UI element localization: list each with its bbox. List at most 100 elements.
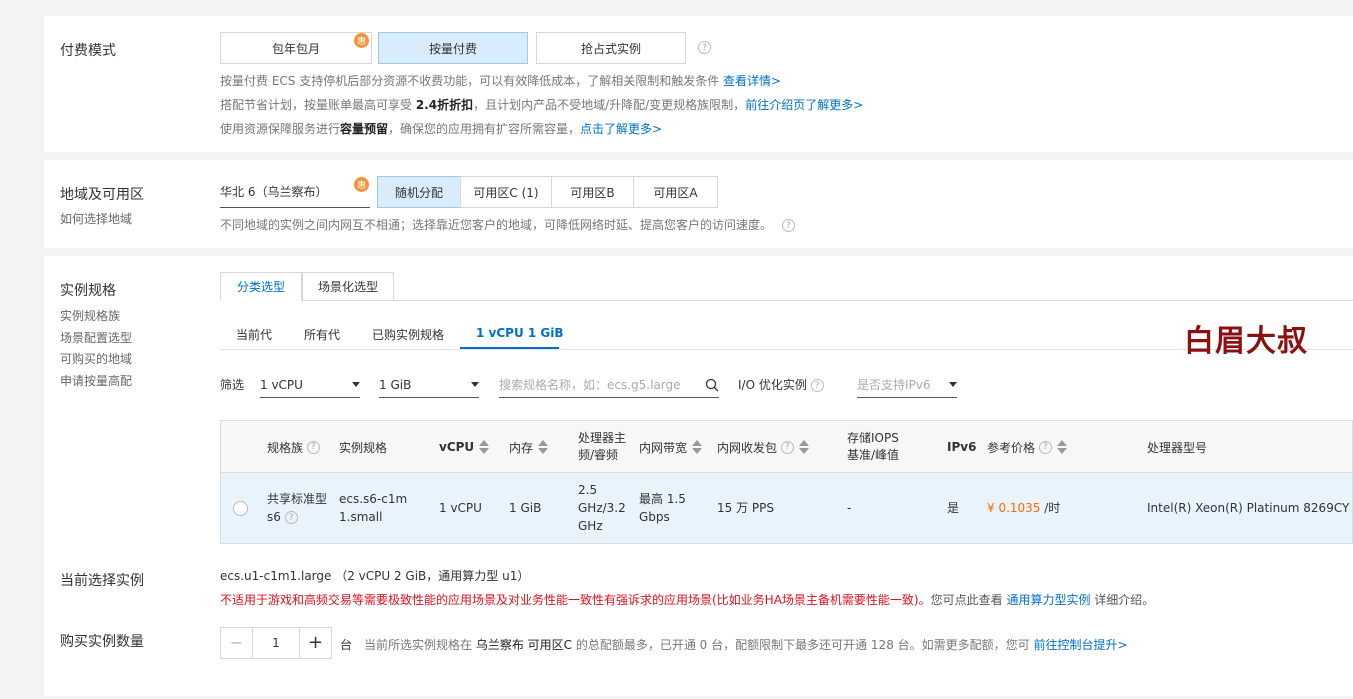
region-help-link[interactable]: 如何选择地域 bbox=[60, 210, 132, 227]
mem-filter-select[interactable]: 1 GiB bbox=[379, 372, 479, 398]
col-bandwidth[interactable]: 内网带宽 bbox=[639, 421, 703, 473]
row-ipv6: 是 bbox=[947, 501, 960, 515]
region-note: 不同地域的实例之间内网互不相通；选择靠近您客户的地域，可降低网络时延、提高您客户… bbox=[220, 216, 795, 233]
col-ipv6: IPv6 bbox=[947, 440, 977, 454]
io-label: I/O 优化实例 ? bbox=[738, 376, 824, 393]
row-pps: 15 万 PPS bbox=[717, 501, 774, 515]
col-price-label: 参考价格 bbox=[987, 440, 1036, 455]
col-bandwidth-label: 内网带宽 bbox=[639, 440, 688, 455]
ipv6-filter-select[interactable]: 是否支持IPv6 bbox=[857, 372, 957, 398]
zone-a-button[interactable]: 可用区A bbox=[633, 176, 718, 208]
help-icon[interactable]: ? bbox=[810, 379, 824, 392]
current-label: 当前选择实例 bbox=[60, 573, 144, 589]
watermark-logo: 白眉大叔 bbox=[1184, 324, 1308, 359]
col-freq: 处理器主频/睿频 bbox=[578, 431, 627, 462]
spec-link-apply[interactable]: 申请按量高配 bbox=[60, 372, 132, 389]
col-vcpu-label: vCPU bbox=[439, 440, 475, 454]
quantity-note-pre: 当前所选实例规格在 bbox=[364, 638, 476, 652]
help-icon[interactable]: ? bbox=[781, 219, 795, 232]
spec-panel: 实例规格 实例规格族 场景配置选型 可购买的地域 申请按量高配 分类选型 场景化… bbox=[44, 256, 1353, 696]
chevron-down-icon bbox=[949, 382, 957, 387]
billing-note-2-mid: ，且计划内产品不受地域/升降配/变更规格族限制， bbox=[473, 98, 746, 112]
subtab-1c1g[interactable]: 1 vCPU 1 GiB bbox=[476, 326, 564, 340]
help-icon[interactable]: ? bbox=[1038, 440, 1052, 454]
col-family-label: 规格族 bbox=[267, 440, 304, 455]
subtab-active-indicator bbox=[460, 347, 559, 349]
subtab-all-gen[interactable]: 所有代 bbox=[304, 326, 340, 343]
view-details-link[interactable]: 查看详情> bbox=[723, 74, 781, 88]
spec-link-family[interactable]: 实例规格族 bbox=[60, 307, 120, 324]
billing-note-2: 搭配节省计划，按量账单最高可享受 2.4折折扣，且计划内产品不受地域/升降配/变… bbox=[220, 96, 863, 113]
spec-link-regions[interactable]: 可购买的地域 bbox=[60, 350, 132, 367]
minus-icon[interactable]: − bbox=[221, 628, 253, 658]
help-icon[interactable]: ? bbox=[698, 41, 711, 54]
col-price[interactable]: 参考价格 ? bbox=[987, 421, 1067, 473]
col-pps-label: 内网收发包 bbox=[717, 440, 778, 455]
quantity-zone: 乌兰察布 可用区C bbox=[475, 638, 573, 652]
billing-note-2-pre: 搭配节省计划，按量账单最高可享受 bbox=[220, 98, 416, 112]
plus-icon[interactable]: + bbox=[299, 628, 331, 658]
row-price-unit: /时 bbox=[1040, 501, 1061, 515]
billing-note-3-mid: ，确保您的应用拥有扩容所需容量， bbox=[388, 122, 581, 136]
billing-spot-button[interactable]: 抢占式实例 bbox=[536, 32, 686, 64]
quantity-note-mid: 的总配额最多，已开通 0 台，配额限制下最多还可开通 128 台。如需更多配额，… bbox=[572, 638, 1034, 652]
filter-label: 筛选 bbox=[220, 378, 245, 392]
row-freq: 2.5 GHz/3.2 GHz bbox=[578, 483, 626, 533]
sort-icon[interactable] bbox=[798, 440, 809, 454]
general-compute-link[interactable]: 通用算力型实例 bbox=[1006, 593, 1090, 607]
col-pps[interactable]: 内网收发包 ? bbox=[717, 421, 809, 473]
row-iops: - bbox=[847, 501, 852, 515]
sort-icon[interactable] bbox=[479, 440, 490, 454]
subtab-current-gen[interactable]: 当前代 bbox=[236, 326, 272, 343]
mem-filter-value: 1 GiB bbox=[379, 377, 412, 392]
capacity-link[interactable]: 点击了解更多> bbox=[580, 122, 662, 136]
region-select[interactable]: 华北 6（乌兰察布） bbox=[220, 176, 370, 208]
col-vcpu[interactable]: vCPU bbox=[439, 421, 490, 473]
quota-console-link[interactable]: 前往控制台提升> bbox=[1033, 638, 1127, 652]
billing-label: 付费模式 bbox=[60, 43, 116, 59]
row-bandwidth: 最高 1.5 Gbps bbox=[639, 492, 686, 524]
col-iops: 存储IOPS 基准/峰值 bbox=[847, 431, 900, 462]
cpu-filter-select[interactable]: 1 vCPU bbox=[260, 372, 360, 398]
ipv6-placeholder: 是否支持IPv6 bbox=[857, 378, 931, 392]
zone-random-button[interactable]: 随机分配 bbox=[377, 176, 461, 208]
billing-payg-button[interactable]: 按量付费 bbox=[378, 32, 528, 64]
col-mem[interactable]: 内存 bbox=[509, 421, 549, 473]
col-spec: 实例规格 bbox=[339, 440, 388, 455]
zone-b-button[interactable]: 可用区B bbox=[551, 176, 634, 208]
sort-icon[interactable] bbox=[692, 440, 703, 454]
spec-link-scenario[interactable]: 场景配置选型 bbox=[60, 329, 132, 346]
row-price: ¥ 0.1035 /时 bbox=[987, 499, 1060, 517]
row-radio[interactable] bbox=[233, 501, 248, 516]
search-placeholder: 搜索规格名称，如：ecs.g5.large bbox=[499, 378, 681, 392]
tab-category[interactable]: 分类选型 bbox=[220, 272, 302, 301]
current-warning: 不适用于游戏和高频交易等需要极致性能的应用场景及对业务性能一致性有强诉求的应用场… bbox=[220, 591, 1154, 608]
help-icon[interactable]: ? bbox=[306, 440, 320, 454]
row-family: 共享标准型 s6 ? bbox=[267, 490, 333, 526]
spec-label: 实例规格 bbox=[60, 283, 116, 299]
quantity-input[interactable]: 1 bbox=[253, 636, 299, 650]
spec-search-input[interactable]: 搜索规格名称，如：ecs.g5.large bbox=[499, 372, 719, 398]
spec-table: 规格族 ? 实例规格 vCPU 内存 处理器主频/睿频 内网带宽 内网收发包 ?… bbox=[220, 420, 1353, 544]
capacity-text: 容量预留 bbox=[340, 122, 389, 136]
table-row[interactable]: 共享标准型 s6 ? ecs.s6-c1m1.small 1 vCPU 1 Gi… bbox=[221, 473, 1352, 543]
sort-icon[interactable] bbox=[538, 440, 549, 454]
help-icon[interactable]: ? bbox=[284, 511, 298, 524]
savings-plan-link[interactable]: 前往介绍页了解更多> bbox=[745, 98, 863, 112]
tab-scenario[interactable]: 场景化选型 bbox=[302, 272, 394, 301]
subtab-purchased[interactable]: 已购实例规格 bbox=[372, 326, 444, 343]
region-note-text: 不同地域的实例之间内网互不相通；选择靠近您客户的地域，可降低网络时延、提高您客户… bbox=[220, 218, 773, 232]
warning-text: 不适用于游戏和高频交易等需要极致性能的应用场景及对业务性能一致性有强诉求的应用场… bbox=[220, 593, 931, 607]
quantity-unit: 台 bbox=[340, 638, 353, 652]
sort-icon[interactable] bbox=[1056, 440, 1067, 454]
billing-subscription-button[interactable]: 包年包月 bbox=[220, 32, 372, 64]
search-icon[interactable] bbox=[705, 378, 719, 392]
zone-c-button[interactable]: 可用区C (1) bbox=[460, 176, 552, 208]
discount-badge: 惠 bbox=[354, 33, 369, 48]
help-icon[interactable]: ? bbox=[780, 440, 794, 454]
quantity-stepper[interactable]: − 1 + bbox=[220, 627, 332, 659]
col-family: 规格族 ? bbox=[267, 421, 320, 473]
current-value: ecs.u1-c1m1.large （2 vCPU 2 GiB，通用算力型 u1… bbox=[220, 569, 530, 583]
row-price-value: ¥ 0.1035 bbox=[987, 501, 1041, 515]
row-mem: 1 GiB bbox=[509, 501, 542, 515]
